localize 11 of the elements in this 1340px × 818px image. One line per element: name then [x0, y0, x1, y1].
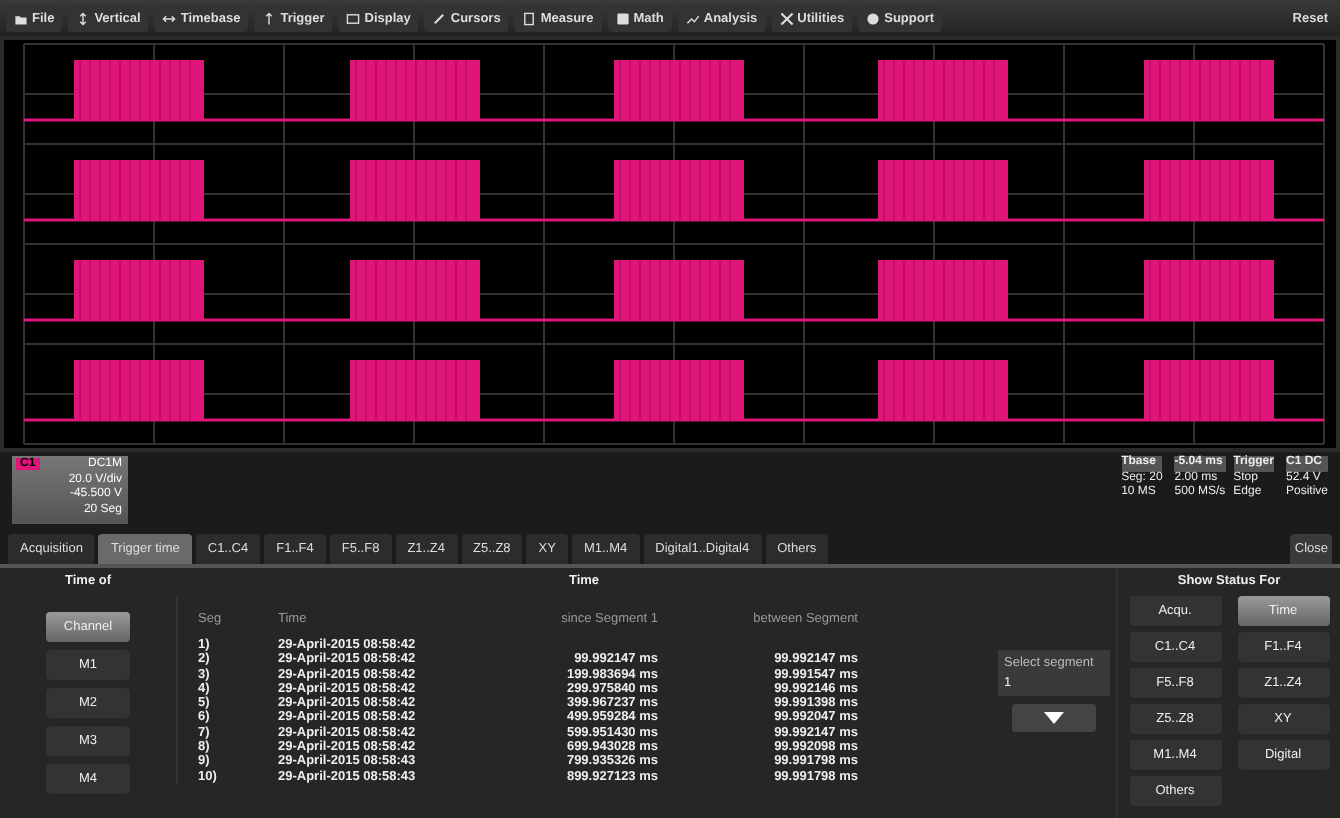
vertical-arrows-icon	[76, 11, 91, 25]
slash-icon	[432, 11, 447, 25]
square-icon	[615, 11, 630, 25]
up-arrow-icon	[262, 11, 277, 25]
circle-icon	[866, 11, 881, 25]
chart-line-icon	[685, 11, 700, 25]
screen-icon	[346, 11, 361, 25]
down-triangle-icon	[1044, 712, 1064, 724]
horizontal-arrows-icon	[162, 11, 177, 25]
folder-icon	[14, 11, 28, 25]
down-button[interactable]	[1012, 704, 1096, 732]
